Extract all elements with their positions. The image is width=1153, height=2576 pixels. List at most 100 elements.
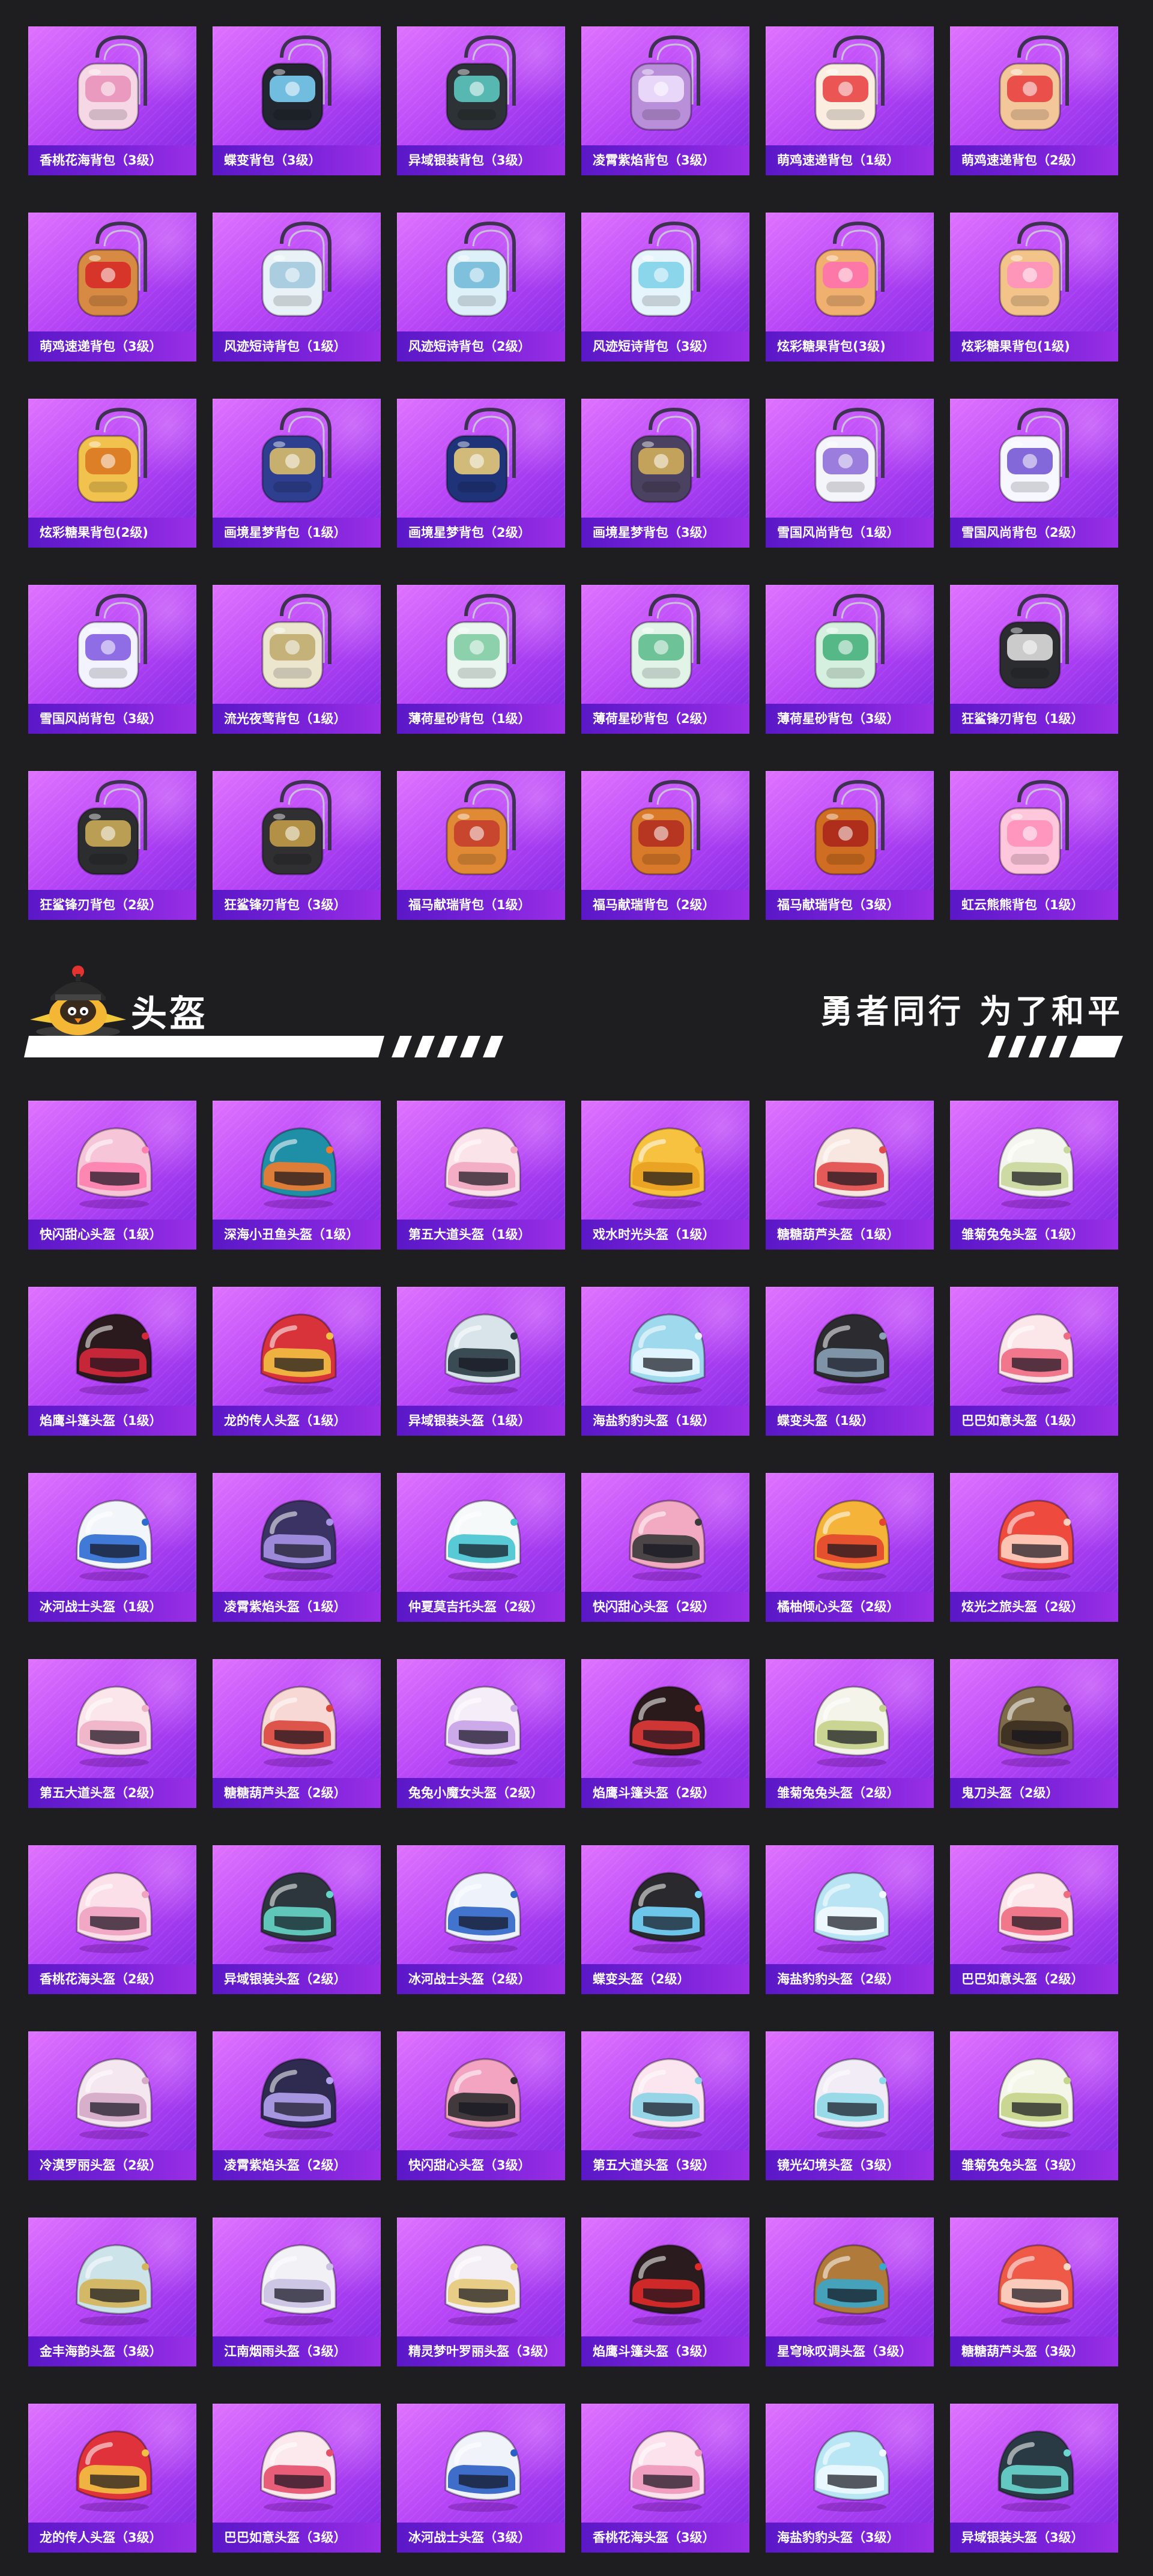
helmet-card[interactable]: 冰河战士头盔（3级） [397,2404,565,2553]
backpack-card[interactable]: 狂鲨锋刃背包（3级） [213,771,381,920]
backpack-icon [630,35,700,131]
helmet-card[interactable]: 冷漠罗丽头盔（2级） [28,2031,196,2180]
helmet-card[interactable]: 蝶变头盔（2级） [581,1845,749,1994]
helmet-card[interactable]: 糖糖葫芦头盔（3级） [950,2218,1118,2366]
helmet-card[interactable]: 海盐豹豹头盔（2级） [766,1845,934,1994]
backpack-card[interactable]: 风迹短诗背包（2级） [397,213,565,361]
helmet-card[interactable]: 蝶变头盔（1级） [766,1287,934,1436]
helmet-card[interactable]: 快闪甜心头盔（3级） [397,2031,565,2180]
helmet-card[interactable]: 第五大道头盔（2级） [28,1659,196,1808]
backpack-card[interactable]: 福马献瑞背包（1级） [397,771,565,920]
helmet-card[interactable]: 巴巴如意头盔（2级） [950,1845,1118,1994]
helmet-name-label: 冷漠罗丽头盔（2级） [28,2150,196,2180]
helmet-card[interactable]: 炫光之旅头盔（2级） [950,1473,1118,1622]
helmet-icon [444,1872,521,1953]
helmet-card[interactable]: 雏菊兔兔头盔（1级） [950,1101,1118,1250]
backpack-card[interactable]: 风迹短诗背包（1级） [213,213,381,361]
backpack-name-label: 萌鸡速递背包（2级） [950,145,1118,175]
helmet-card[interactable]: 海盐豹豹头盔（1级） [581,1287,749,1436]
helmet-card[interactable]: 快闪甜心头盔（1级） [28,1101,196,1250]
backpack-card[interactable]: 蝶变背包（3级） [213,26,381,175]
helmet-card[interactable]: 快闪甜心头盔（2级） [581,1473,749,1622]
backpack-name-label: 凌霄紫焰背包（3级） [581,145,749,175]
backpack-card[interactable]: 薄荷星砂背包（1级） [397,585,565,734]
helmet-card[interactable]: 鬼刀头盔（2级） [950,1659,1118,1808]
helmet-card[interactable]: 龙的传人头盔（1级） [213,1287,381,1436]
helmet-card[interactable]: 凌霄紫焰头盔（2级） [213,2031,381,2180]
helmet-card[interactable]: 香桃花海头盔（2级） [28,1845,196,1994]
helmet-card[interactable]: 异域银装头盔（2级） [213,1845,381,1994]
backpack-card[interactable]: 福马献瑞背包（3级） [766,771,934,920]
backpack-card[interactable]: 凌霄紫焰背包（3级） [581,26,749,175]
helmet-card[interactable]: 星穹咏叹调头盔（3级） [766,2218,934,2366]
helmet-card[interactable]: 金丰海韵头盔（3级） [28,2218,196,2366]
backpack-card[interactable]: 狂鲨锋刃背包（2级） [28,771,196,920]
helmet-card[interactable]: 焰鹰斗篷头盔（1级） [28,1287,196,1436]
helmet-card[interactable]: 雏菊兔兔头盔（2级） [766,1659,934,1808]
backpack-card[interactable]: 炫彩糖果背包(1级) [950,213,1118,361]
backpack-card[interactable]: 炫彩糖果背包(2级) [28,399,196,548]
helmet-card[interactable]: 冰河战士头盔（2级） [397,1845,565,1994]
helmet-card[interactable]: 精灵梦叶罗丽头盔（3级） [397,2218,565,2366]
backpack-card[interactable]: 萌鸡速递背包（2级） [950,26,1118,175]
backpack-card[interactable]: 画境星梦背包（2级） [397,399,565,548]
helmet-card[interactable]: 异域银装头盔（3级） [950,2404,1118,2553]
helmet-card[interactable]: 异域银装头盔（1级） [397,1287,565,1436]
helmet-name-label: 第五大道头盔（1级） [397,1220,565,1250]
helmet-icon [76,1313,153,1395]
backpack-card[interactable]: 狂鲨锋刃背包（1级） [950,585,1118,734]
helmet-card[interactable]: 冰河战士头盔（1级） [28,1473,196,1622]
helmet-name-label: 雏菊兔兔头盔（1级） [950,1220,1118,1250]
backpack-card[interactable]: 福马献瑞背包（2级） [581,771,749,920]
backpack-card[interactable]: 雪国风尚背包（3级） [28,585,196,734]
helmet-card[interactable]: 海盐豹豹头盔（3级） [766,2404,934,2553]
backpack-card[interactable]: 炫彩糖果背包(3级) [766,213,934,361]
helmet-card[interactable]: 龙的传人头盔（3级） [28,2404,196,2553]
helmet-icon [813,1313,890,1395]
helmet-card[interactable]: 橘柚倾心头盔（2级） [766,1473,934,1622]
backpack-card[interactable]: 风迹短诗背包（3级） [581,213,749,361]
helmet-icon [997,2430,1074,2512]
backpack-icon [814,407,885,503]
backpack-card[interactable]: 画境星梦背包（1级） [213,399,381,548]
backpack-icon [261,35,331,131]
helmet-card[interactable]: 第五大道头盔（1级） [397,1101,565,1250]
backpack-card[interactable]: 雪国风尚背包（1级） [766,399,934,548]
backpack-name-label: 薄荷星砂背包（2级） [581,704,749,734]
backpack-card[interactable]: 虹云熊熊背包（1级） [950,771,1118,920]
helmet-card[interactable]: 江南烟雨头盔（3级） [213,2218,381,2366]
helmet-card[interactable]: 糖糖葫芦头盔（2级） [213,1659,381,1808]
helmet-card[interactable]: 焰鹰斗篷头盔（2级） [581,1659,749,1808]
helmet-card[interactable]: 深海小丑鱼头盔（1级） [213,1101,381,1250]
backpack-card[interactable]: 萌鸡速递背包（1级） [766,26,934,175]
helmet-name-label: 糖糖葫芦头盔（3级） [950,2336,1118,2366]
backpack-name-label: 风迹短诗背包（1级） [213,331,381,361]
backpack-card[interactable]: 异域银装背包（3级） [397,26,565,175]
backpack-name-label: 狂鲨锋刃背包（2级） [28,890,196,920]
helmet-card[interactable]: 巴巴如意头盔（1级） [950,1287,1118,1436]
helmet-card[interactable]: 第五大道头盔（3级） [581,2031,749,2180]
helmet-name-label: 巴巴如意头盔（2级） [950,1964,1118,1994]
helmet-card[interactable]: 糖糖葫芦头盔（1级） [766,1101,934,1250]
helmet-card[interactable]: 戏水时光头盔（1级） [581,1101,749,1250]
helmet-name-label: 冰河战士头盔（3级） [397,2523,565,2553]
helmet-card[interactable]: 雏菊兔兔头盔（3级） [950,2031,1118,2180]
backpack-card[interactable]: 流光夜莺背包（1级） [213,585,381,734]
helmet-card[interactable]: 镜光幻境头盔（3级） [766,2031,934,2180]
backpack-card[interactable]: 雪国风尚背包（2级） [950,399,1118,548]
backpack-card[interactable]: 薄荷星砂背包（2级） [581,585,749,734]
helmet-card[interactable]: 仲夏莫吉托头盔（2级） [397,1473,565,1622]
helmet-card[interactable]: 凌霄紫焰头盔（1级） [213,1473,381,1622]
helmet-name-label: 江南烟雨头盔（3级） [213,2336,381,2366]
helmet-card[interactable]: 巴巴如意头盔（3级） [213,2404,381,2553]
backpack-card[interactable]: 萌鸡速递背包（3级） [28,213,196,361]
helmet-card[interactable]: 焰鹰斗篷头盔（3级） [581,2218,749,2366]
backpack-card[interactable]: 薄荷星砂背包（3级） [766,585,934,734]
helmet-icon [813,1127,890,1209]
helmet-card[interactable]: 兔兔小魔女头盔（2级） [397,1659,565,1808]
helmet-icon [444,2430,521,2512]
backpack-card[interactable]: 香桃花海背包（3级） [28,26,196,175]
backpack-name-label: 雪国风尚背包（2级） [950,518,1118,548]
backpack-card[interactable]: 画境星梦背包（3级） [581,399,749,548]
helmet-card[interactable]: 香桃花海头盔（3级） [581,2404,749,2553]
